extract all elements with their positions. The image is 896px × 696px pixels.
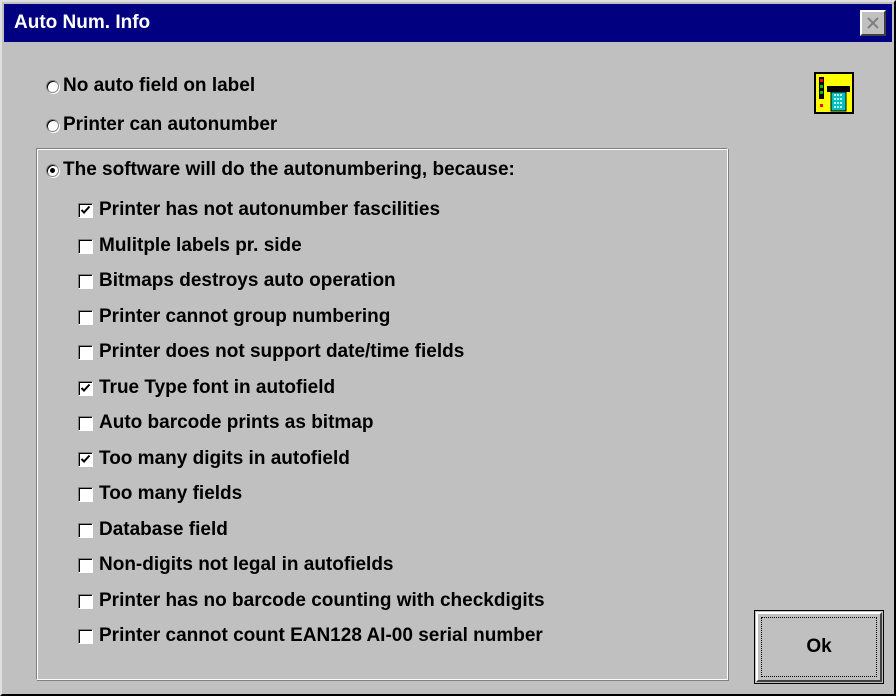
radio-printer-can-autonumber[interactable]: Printer can autonumber	[46, 112, 277, 138]
close-button[interactable]	[860, 10, 886, 36]
reason-checkbox-row[interactable]: Printer cannot count EAN128 AI-00 serial…	[78, 623, 543, 649]
reason-checkbox-row[interactable]: Printer cannot group numbering	[78, 304, 390, 330]
checkbox-unchecked-icon[interactable]	[78, 486, 93, 502]
checkbox-unchecked-icon[interactable]	[78, 593, 93, 609]
close-icon	[867, 17, 879, 29]
radio-label: No auto field on label	[63, 75, 256, 96]
checkbox-unchecked-icon[interactable]	[78, 238, 93, 254]
reason-checkbox-label: Printer has not autonumber fascilities	[99, 199, 441, 220]
reason-checkbox-row[interactable]: Printer has no barcode counting with che…	[78, 588, 545, 614]
reason-checkbox-row[interactable]: Bitmaps destroys auto operation	[78, 268, 396, 294]
radio-label: Printer can autonumber	[63, 114, 278, 135]
reason-checkbox-row[interactable]: Printer has not autonumber fascilities	[78, 197, 440, 223]
reason-checkbox-label: Too many fields	[99, 483, 243, 504]
reason-checkbox-label: Database field	[99, 519, 228, 540]
ok-button-label: Ok	[806, 636, 832, 657]
auto-num-info-dialog: Auto Num. Info No auto field on label Pr…	[0, 0, 896, 696]
checkbox-unchecked-icon[interactable]	[78, 273, 93, 289]
reason-checkbox-label: Mulitple labels pr. side	[99, 235, 302, 256]
checkbox-unchecked-icon[interactable]	[78, 628, 93, 644]
reason-checkbox-label: Auto barcode prints as bitmap	[99, 412, 374, 433]
checkbox-unchecked-icon[interactable]	[78, 522, 93, 538]
radio-label: The software will do the autonumbering, …	[63, 159, 515, 180]
reason-checkbox-label: Bitmaps destroys auto operation	[99, 270, 396, 291]
reason-checkbox-row[interactable]: Auto barcode prints as bitmap	[78, 410, 373, 436]
radio-button-icon[interactable]	[46, 163, 59, 177]
ok-button[interactable]: Ok	[754, 610, 884, 684]
reason-checkbox-row[interactable]: Printer does not support date/time field…	[78, 339, 464, 365]
radio-no-auto-field[interactable]: No auto field on label	[46, 73, 255, 99]
reason-checkbox-label: Printer cannot group numbering	[99, 306, 391, 327]
reason-checkbox-row[interactable]: Non-digits not legal in autofields	[78, 552, 394, 578]
checkbox-unchecked-icon[interactable]	[78, 557, 93, 573]
reason-checkbox-row[interactable]: Too many fields	[78, 481, 242, 507]
checkbox-checked-icon[interactable]	[78, 380, 93, 396]
checkbox-unchecked-icon[interactable]	[78, 309, 93, 325]
reason-checkbox-row[interactable]: Too many digits in autofield	[78, 446, 350, 472]
checkbox-unchecked-icon[interactable]	[78, 415, 93, 431]
radio-button-icon[interactable]	[46, 118, 59, 132]
reason-checkbox-label: Printer does not support date/time field…	[99, 341, 465, 362]
checkbox-unchecked-icon[interactable]	[78, 344, 93, 360]
reason-checkbox-label: Too many digits in autofield	[99, 448, 350, 469]
reason-checkbox-row[interactable]: Mulitple labels pr. side	[78, 233, 302, 259]
reason-checkbox-label: Printer cannot count EAN128 AI-00 serial…	[99, 625, 543, 646]
reason-checkbox-label: Printer has no barcode counting with che…	[99, 590, 545, 611]
radio-software-autonumbering[interactable]: The software will do the autonumbering, …	[46, 157, 515, 183]
reason-checkbox-label: True Type font in autofield	[99, 377, 336, 398]
window-title: Auto Num. Info	[14, 12, 151, 33]
reason-checkbox-label: Non-digits not legal in autofields	[99, 554, 394, 575]
checkbox-checked-icon[interactable]	[78, 202, 93, 218]
reason-checkbox-row[interactable]: Database field	[78, 517, 228, 543]
printer-app-icon	[814, 72, 854, 114]
reason-checkbox-row[interactable]: True Type font in autofield	[78, 375, 335, 401]
title-bar[interactable]: Auto Num. Info	[4, 4, 892, 42]
radio-button-icon[interactable]	[46, 79, 59, 93]
checkbox-checked-icon[interactable]	[78, 451, 93, 467]
